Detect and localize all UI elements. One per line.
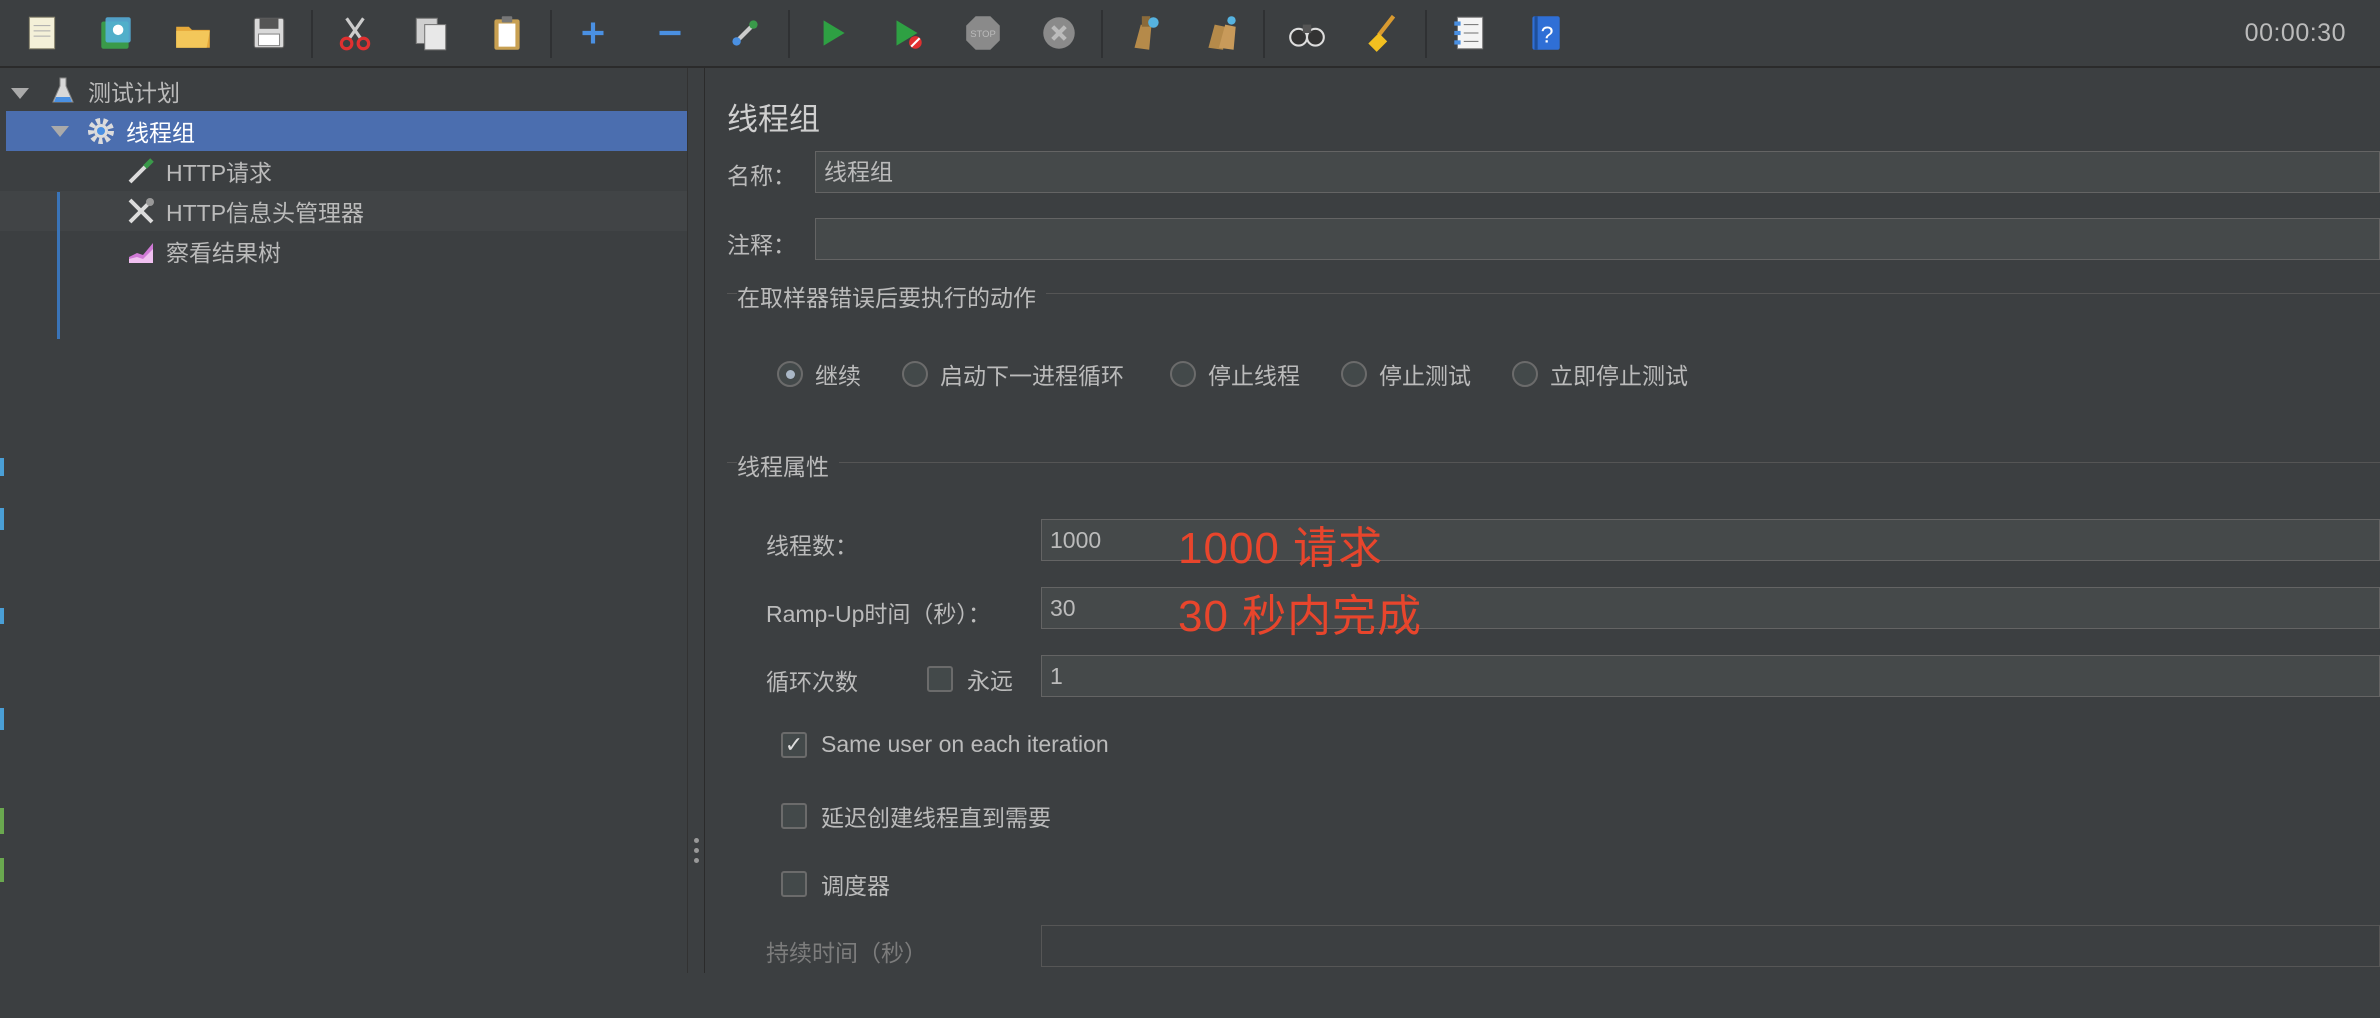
svg-text:?: ? — [1541, 21, 1554, 47]
new-icon[interactable] — [17, 8, 67, 58]
radio-dot-icon — [1512, 361, 1538, 387]
function-helper-icon[interactable] — [1444, 8, 1494, 58]
expand-icon[interactable] — [568, 8, 618, 58]
help-icon[interactable]: ? — [1520, 8, 1570, 58]
radio-stop-test-now[interactable]: 立即停止测试 — [1512, 357, 1688, 391]
paste-icon[interactable] — [482, 8, 532, 58]
tree-item-results-tree[interactable]: 察看结果树 — [124, 232, 281, 270]
error-action-group-title: 在取样器错误后要执行的动作 — [737, 279, 1046, 313]
radio-label: 立即停止测试 — [1550, 363, 1688, 389]
expand-arrow-icon[interactable] — [11, 88, 29, 99]
tree-item-thread-group[interactable]: 线程组 — [84, 112, 195, 150]
name-field[interactable]: 线程组 — [815, 151, 2380, 193]
radio-dot-icon — [1170, 361, 1196, 387]
flask-icon — [46, 74, 80, 108]
clear-icon[interactable] — [1120, 8, 1170, 58]
loop-count-field[interactable]: 1 — [1041, 655, 2380, 697]
expand-arrow-icon[interactable] — [51, 126, 69, 137]
copy-icon[interactable] — [406, 8, 456, 58]
rampup-annotation: 30 秒内完成 — [1178, 592, 1423, 641]
name-label: 名称： — [727, 163, 796, 189]
grip-dot — [694, 838, 699, 843]
panel-title: 线程组 — [727, 102, 820, 137]
scheduler-checkbox[interactable]: 调度器 — [781, 867, 890, 901]
tools-icon — [124, 194, 158, 228]
tree-guide-line — [57, 192, 60, 339]
shutdown-icon[interactable] — [1034, 8, 1084, 58]
stop-icon[interactable]: STOP — [958, 8, 1008, 58]
comment-label: 注释： — [727, 232, 796, 258]
elapsed-timer: 00:00:30 — [2244, 19, 2346, 47]
tree-item-label: 测试计划 — [88, 80, 180, 106]
test-plan-tree: 测试计划 线程组 HTTP请求 HTTP信息头管理器 察看结果树 — [0, 68, 687, 973]
radio-start-next-loop[interactable]: 启动下一进程循环 — [902, 357, 1124, 391]
collapse-icon[interactable] — [645, 8, 695, 58]
svg-text:STOP: STOP — [970, 29, 996, 40]
duration-label: 持续时间（秒） — [766, 940, 927, 966]
search-icon[interactable] — [1282, 8, 1332, 58]
duration-field[interactable] — [1041, 925, 2380, 967]
start-no-pauses-icon[interactable] — [882, 8, 932, 58]
templates-icon[interactable] — [91, 8, 141, 58]
pipette-icon — [124, 154, 158, 188]
rampup-label: Ramp-Up时间（秒）： — [766, 601, 991, 627]
clear-all-icon[interactable] — [1196, 8, 1246, 58]
group-divider — [727, 462, 2380, 463]
radio-dot-icon — [1341, 361, 1367, 387]
radio-label: 停止线程 — [1208, 363, 1300, 389]
radio-stop-thread[interactable]: 停止线程 — [1170, 357, 1300, 391]
radio-dot-icon — [902, 361, 928, 387]
tree-item-label: HTTP请求 — [166, 160, 273, 186]
reset-search-icon[interactable] — [1358, 8, 1408, 58]
gear-icon — [84, 114, 118, 148]
checkbox-label: 调度器 — [821, 873, 890, 899]
start-icon[interactable] — [807, 8, 857, 58]
tree-item-label: 察看结果树 — [166, 240, 281, 266]
checkbox-label: 永远 — [967, 668, 1013, 694]
comment-field[interactable] — [815, 218, 2380, 260]
radio-stop-test[interactable]: 停止测试 — [1341, 357, 1471, 391]
threads-annotation: 1000 请求 — [1178, 524, 1384, 573]
tree-item-http-request[interactable]: HTTP请求 — [124, 152, 272, 190]
split-divider[interactable] — [687, 68, 705, 973]
thread-group-panel: 线程组 名称： 线程组 注释： 在取样器错误后要执行的动作 继续 启动下一进程循… — [705, 68, 2380, 973]
grip-dot — [694, 858, 699, 863]
tree-item-label: HTTP信息头管理器 — [166, 200, 365, 226]
open-icon[interactable] — [168, 8, 218, 58]
toolbar: STOP ? 00:00:30 — [0, 0, 2380, 68]
checkbox-label: Same user on each iteration — [821, 731, 1109, 757]
radio-dot-icon — [777, 361, 803, 387]
radio-continue[interactable]: 继续 — [777, 357, 861, 391]
grip-dot — [694, 848, 699, 853]
checkbox-label: 延迟创建线程直到需要 — [821, 805, 1051, 831]
radio-label: 继续 — [815, 363, 861, 389]
same-user-checkbox[interactable]: ✓ Same user on each iteration — [781, 731, 1109, 758]
delay-thread-creation-checkbox[interactable]: 延迟创建线程直到需要 — [781, 799, 1051, 833]
chart-icon — [124, 234, 158, 268]
cut-icon[interactable] — [330, 8, 380, 58]
edge-color-marks — [0, 458, 4, 882]
tree-item-test-plan[interactable]: 测试计划 — [46, 72, 180, 110]
threads-label: 线程数： — [766, 533, 858, 559]
tree-item-label: 线程组 — [126, 120, 195, 146]
checkbox-box — [781, 803, 807, 829]
checkmark-icon: ✓ — [781, 731, 807, 758]
checkbox-box — [781, 871, 807, 897]
save-icon[interactable] — [244, 8, 294, 58]
checkbox-box — [927, 666, 953, 692]
loop-count-label: 循环次数 — [766, 669, 858, 695]
forever-checkbox[interactable]: 永远 — [927, 662, 1013, 696]
thread-properties-group-title: 线程属性 — [737, 448, 839, 482]
tree-item-header-manager[interactable]: HTTP信息头管理器 — [124, 192, 364, 230]
toggle-icon[interactable] — [720, 8, 770, 58]
radio-label: 停止测试 — [1379, 363, 1471, 389]
radio-label: 启动下一进程循环 — [940, 363, 1124, 389]
